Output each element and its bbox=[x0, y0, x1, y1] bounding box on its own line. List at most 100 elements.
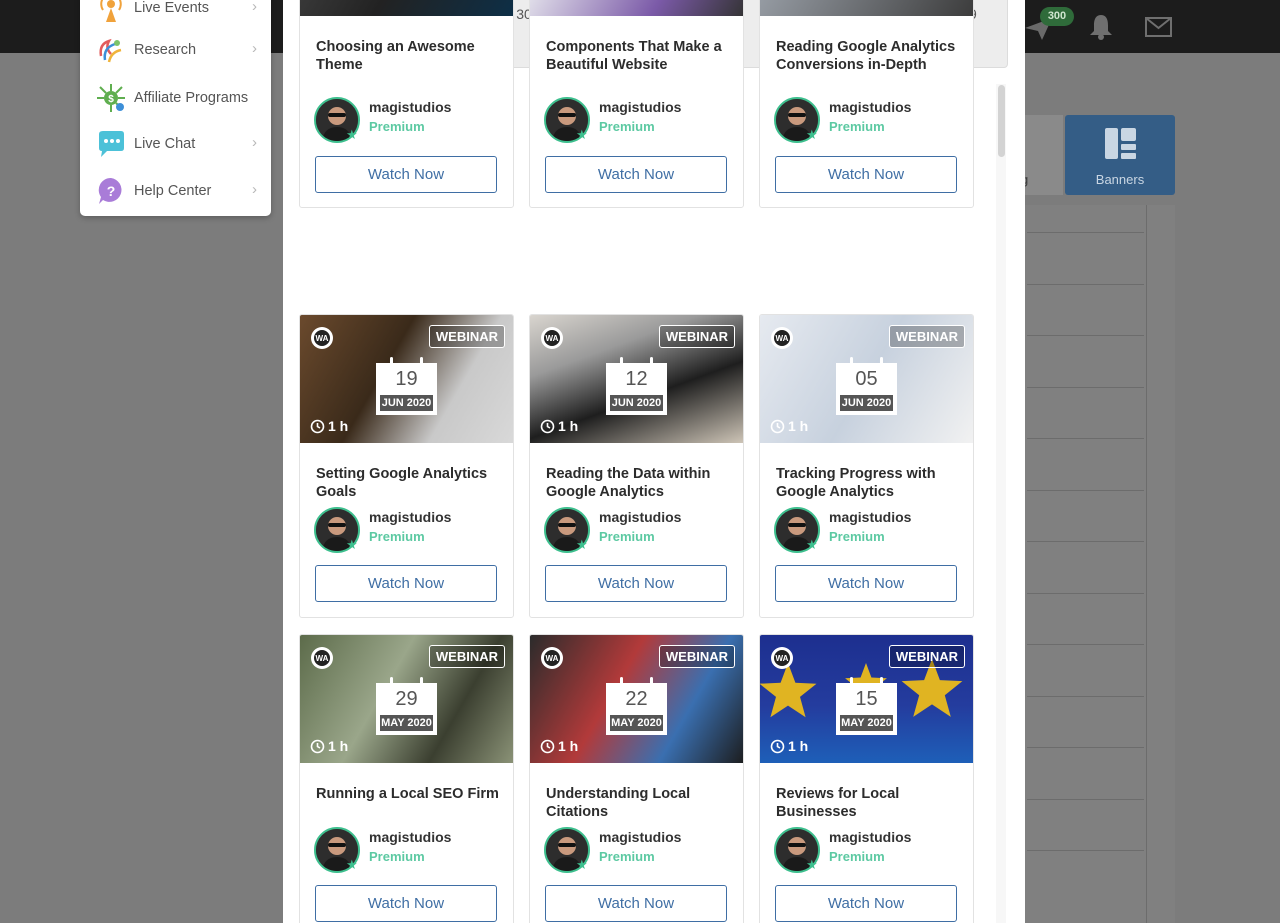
calendar-pin bbox=[850, 677, 853, 687]
webinar-title[interactable]: Tracking Progress with Google Analytics bbox=[776, 465, 966, 501]
webinar-title[interactable]: Reading Google Analytics Conversions in-… bbox=[776, 38, 966, 74]
background-row-line bbox=[1027, 696, 1144, 697]
menu-item-label: Live Events bbox=[134, 0, 209, 16]
menu-item-live-chat[interactable]: Live Chat › bbox=[80, 122, 271, 166]
webinar-thumbnail[interactable]: 1 h bbox=[300, 0, 513, 16]
calendar-pin bbox=[390, 677, 393, 687]
webinar-thumbnail[interactable]: WA WEBINAR 29 MAY 2020 1 h bbox=[300, 635, 513, 763]
author-block: ★ magistudios Premium bbox=[544, 97, 734, 145]
webinar-list: 1 h Choosing an Awesome Theme ★ magistudios… bbox=[283, 0, 1025, 923]
wa-logo-icon: WA bbox=[311, 327, 333, 349]
calendar-pin bbox=[620, 677, 623, 687]
svg-text:WA: WA bbox=[546, 334, 559, 343]
webinar-badge: WEBINAR bbox=[428, 645, 505, 668]
date-month: JUN 2020 bbox=[840, 395, 893, 411]
webinar-card[interactable]: WA WEBINAR 15 MAY 2020 1 h Reviews for Local … bbox=[759, 634, 974, 923]
webinar-title[interactable]: Choosing an Awesome Theme bbox=[316, 38, 506, 74]
chevron-right-icon: › bbox=[252, 134, 257, 151]
author-name[interactable]: magistudios bbox=[369, 509, 451, 525]
scrollbar-track[interactable] bbox=[996, 84, 1006, 923]
date-badge: 12 JUN 2020 bbox=[606, 357, 667, 415]
author-block: ★ magistudios Premium bbox=[314, 507, 504, 555]
background-row-line bbox=[1027, 799, 1144, 800]
webinar-thumbnail[interactable]: 1 h bbox=[760, 0, 973, 16]
background-row-line bbox=[1027, 232, 1144, 233]
webinar-card[interactable]: WA WEBINAR 22 MAY 2020 1 h Understanding Loca… bbox=[529, 634, 744, 923]
premium-star-icon: ★ bbox=[346, 537, 358, 552]
premium-star-icon: ★ bbox=[576, 537, 588, 552]
webinar-badge: WEBINAR bbox=[888, 645, 965, 668]
author-block: ★ magistudios Premium bbox=[774, 97, 964, 145]
watch-now-button[interactable]: Watch Now bbox=[315, 565, 497, 602]
affiliate-network-icon: $ bbox=[97, 84, 125, 112]
duration-text: 1 h bbox=[328, 738, 349, 754]
menu-item-research[interactable]: Research › bbox=[80, 28, 271, 72]
webinar-thumbnail[interactable]: WA WEBINAR 22 MAY 2020 1 h bbox=[530, 635, 743, 763]
broadcast-icon bbox=[100, 0, 122, 22]
duration-label: 1 h bbox=[310, 418, 348, 434]
author-name[interactable]: magistudios bbox=[829, 99, 911, 115]
watch-now-button[interactable]: Watch Now bbox=[775, 156, 957, 193]
author-name[interactable]: magistudios bbox=[369, 829, 451, 845]
menu-item-help-center[interactable]: ? Help Center › bbox=[80, 169, 271, 213]
webinar-card[interactable]: 1 h Components That Make a Beautiful Webs… bbox=[529, 0, 744, 208]
scrollbar-thumb[interactable] bbox=[998, 85, 1005, 157]
webinar-card[interactable]: WA WEBINAR 05 JUN 2020 1 h Tracking Progress … bbox=[759, 314, 974, 618]
author-name[interactable]: magistudios bbox=[599, 829, 681, 845]
duration-label: 1 h bbox=[540, 418, 578, 434]
webinar-title[interactable]: Reading the Data within Google Analytics bbox=[546, 465, 736, 501]
author-name[interactable]: magistudios bbox=[829, 829, 911, 845]
duration-text: 1 h bbox=[558, 418, 579, 434]
chevron-right-icon: › bbox=[252, 181, 257, 198]
watch-now-button[interactable]: Watch Now bbox=[315, 885, 497, 922]
membership-tier: Premium bbox=[599, 849, 655, 864]
watch-now-button[interactable]: Watch Now bbox=[545, 565, 727, 602]
clock-icon bbox=[540, 419, 555, 434]
author-name[interactable]: magistudios bbox=[829, 509, 911, 525]
premium-star-icon: ★ bbox=[346, 857, 358, 872]
mail-icon[interactable] bbox=[1145, 17, 1172, 37]
author-block: ★ magistudios Premium bbox=[544, 507, 734, 555]
webinar-thumbnail[interactable]: WA WEBINAR 19 JUN 2020 1 h bbox=[300, 315, 513, 443]
webinar-thumbnail[interactable]: WA WEBINAR 15 MAY 2020 1 h bbox=[760, 635, 973, 763]
webinar-title[interactable]: Understanding Local Citations bbox=[546, 785, 736, 821]
author-name[interactable]: magistudios bbox=[599, 99, 681, 115]
bell-icon[interactable] bbox=[1088, 13, 1114, 40]
webinar-title[interactable]: Reviews for Local Businesses bbox=[776, 785, 966, 821]
webinar-title[interactable]: Setting Google Analytics Goals bbox=[316, 465, 506, 501]
background-row-line bbox=[1027, 284, 1144, 285]
author-name[interactable]: magistudios bbox=[599, 509, 681, 525]
watch-now-button[interactable]: Watch Now bbox=[315, 156, 497, 193]
webinar-card[interactable]: WA WEBINAR 19 JUN 2020 1 h Setting Google Ana… bbox=[299, 314, 514, 618]
calendar-pin bbox=[880, 677, 883, 687]
webinar-card[interactable]: 1 h Choosing an Awesome Theme ★ magistudios… bbox=[299, 0, 514, 208]
membership-tier: Premium bbox=[369, 849, 425, 864]
clock-icon bbox=[310, 739, 325, 754]
calendar-pin bbox=[880, 357, 883, 367]
background-row-line bbox=[1027, 593, 1144, 594]
webinar-title[interactable]: Components That Make a Beautiful Website bbox=[546, 38, 736, 74]
author-block: ★ magistudios Premium bbox=[774, 827, 964, 875]
author-name[interactable]: magistudios bbox=[369, 99, 451, 115]
date-month: MAY 2020 bbox=[380, 715, 433, 731]
clock-icon bbox=[310, 419, 325, 434]
watch-now-button[interactable]: Watch Now bbox=[545, 156, 727, 193]
menu-item-live-events[interactable]: Live Events › bbox=[80, 0, 271, 30]
membership-tier: Premium bbox=[599, 119, 655, 134]
duration-text: 1 h bbox=[558, 738, 579, 754]
webinar-thumbnail[interactable]: WA WEBINAR 12 JUN 2020 1 h bbox=[530, 315, 743, 443]
points-badge: 300 bbox=[1040, 7, 1074, 26]
watch-now-button[interactable]: Watch Now bbox=[775, 885, 957, 922]
webinar-card[interactable]: WA WEBINAR 12 JUN 2020 1 h Reading the Data w… bbox=[529, 314, 744, 618]
banners-tab[interactable]: Banners bbox=[1065, 115, 1175, 195]
webinar-card[interactable]: 1 h Reading Google Analytics Conversions … bbox=[759, 0, 974, 208]
watch-now-button[interactable]: Watch Now bbox=[545, 885, 727, 922]
premium-star-icon: ★ bbox=[806, 857, 818, 872]
webinar-title[interactable]: Running a Local SEO Firm bbox=[316, 785, 506, 803]
menu-item-affiliate-programs[interactable]: $ Affiliate Programs bbox=[80, 76, 271, 120]
webinar-thumbnail[interactable]: WA WEBINAR 05 JUN 2020 1 h bbox=[760, 315, 973, 443]
webinar-thumbnail[interactable]: 1 h bbox=[530, 0, 743, 16]
watch-now-button[interactable]: Watch Now bbox=[775, 565, 957, 602]
background-row-line bbox=[1027, 747, 1144, 748]
webinar-card[interactable]: WA WEBINAR 29 MAY 2020 1 h Running a Local SE… bbox=[299, 634, 514, 923]
